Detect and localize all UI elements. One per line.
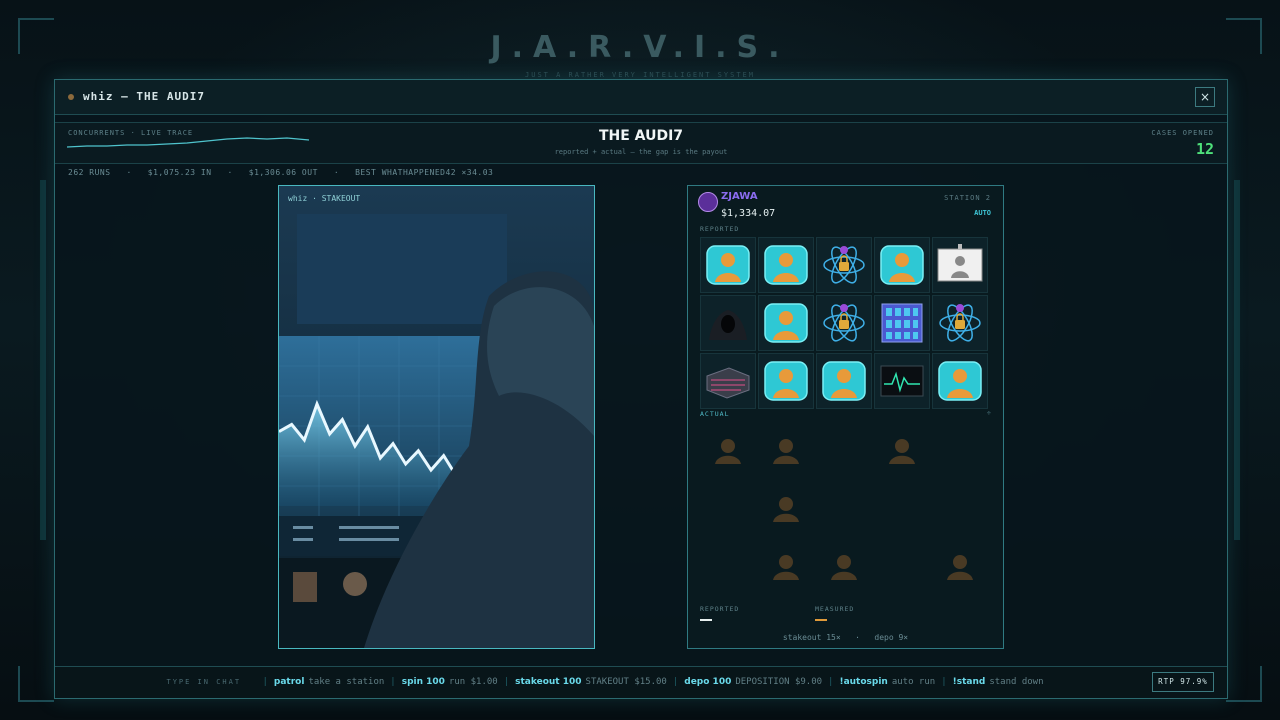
stat-out: $1,306.06 OUT [248, 168, 318, 177]
reported-section-label: REPORTED [700, 225, 740, 233]
command-keyword: !stand [952, 677, 986, 687]
actual-grid-cell [932, 539, 988, 595]
reported-grid [700, 237, 990, 409]
command-separator: | [503, 677, 510, 687]
reported-grid-cell [700, 295, 756, 351]
reported-grid-cell [758, 295, 814, 351]
reported-grid-cell [874, 237, 930, 293]
reported-grid-cell [874, 295, 930, 351]
window-title: whiz — THE AUDI7 [83, 90, 205, 103]
actual-grid-cell [758, 539, 814, 595]
reported-grid-cell [758, 237, 814, 293]
hud-corner [18, 666, 54, 702]
reported-grid-cell [758, 353, 814, 409]
legend-reported-bar [700, 619, 712, 621]
hud-side-bar [1234, 180, 1240, 540]
auto-mode-label: AUTO [974, 209, 991, 217]
command-separator: | [390, 677, 396, 687]
player-name: ZJAWA [721, 191, 758, 202]
actual-grid-cell [816, 423, 872, 479]
command-keyword: spin 100 [401, 677, 445, 687]
actual-grid-cell [932, 423, 988, 479]
command-keyword: patrol [273, 677, 305, 687]
command-description: run $1.00 [448, 677, 498, 687]
actual-grid-cell [816, 539, 872, 595]
reported-grid-cell [816, 237, 872, 293]
rtp-badge: RTP 97.9% [1152, 672, 1214, 692]
legend-reported-label: REPORTED [700, 605, 740, 613]
close-button[interactable]: × [1195, 87, 1215, 107]
command-description: auto run [891, 677, 936, 687]
command-keyword: depo 100 [684, 677, 732, 687]
hud-corner [1226, 666, 1262, 702]
stakeout-label: whiz · STAKEOUT [288, 194, 361, 203]
actual-grid-cell [874, 539, 930, 595]
stat-runs: 262 RUNS [68, 168, 111, 177]
command-separator: | [941, 677, 947, 687]
command-separator: | [262, 677, 268, 687]
stakeout-scene [279, 186, 594, 648]
reported-grid-cell [816, 353, 872, 409]
command-description: take a station [308, 677, 385, 687]
actual-grid-cell [874, 481, 930, 537]
divider-mark: ÷ [986, 409, 991, 417]
command-keyword: stakeout 100 [515, 677, 582, 687]
game-title: THE AUDI7 [598, 128, 684, 144]
reported-grid-cell [932, 295, 988, 351]
reported-grid-cell [700, 353, 756, 409]
app-title: J.A.R.V.I.S. [490, 30, 790, 65]
stat-best: BEST WHATHAPPENED42 ×34.03 [355, 168, 494, 177]
app-subtitle: JUST A RATHER VERY INTELLIGENT SYSTEM [525, 71, 755, 79]
actual-grid-cell [700, 481, 756, 537]
player-balance: $1,334.07 [721, 208, 776, 219]
station-label: STATION 2 [944, 194, 991, 202]
depo-count: depo 9× [874, 633, 909, 642]
stakeout-panel: whiz · STAKEOUT [278, 185, 595, 649]
player-avatar [698, 192, 718, 212]
actual-grid [700, 423, 990, 595]
reported-grid-cell [874, 353, 930, 409]
command-keyword: !autospin [839, 677, 888, 687]
actual-grid-cell [758, 481, 814, 537]
hud-side-bar [40, 180, 46, 540]
stakeout-count: stakeout 15× [782, 633, 841, 642]
station-panel: ZJAWA $1,334.07 STATION 2 AUTO REPORTED … [687, 185, 1004, 649]
mode-counts: stakeout 15× · depo 9× [782, 633, 909, 642]
actual-grid-cell [816, 481, 872, 537]
title-bar: whiz — THE AUDI7 × [55, 80, 1227, 115]
chat-label: TYPE IN CHAT [166, 678, 242, 686]
command-separator: | [828, 677, 834, 687]
stats-bar: 262 RUNS · $1,075.23 IN · $1,306.06 OUT … [68, 168, 494, 177]
actual-grid-cell [758, 423, 814, 479]
actual-grid-cell [932, 481, 988, 537]
cases-opened-value: 12 [1195, 140, 1214, 158]
command-description: STAKEOUT $15.00 [585, 677, 667, 687]
command-footer: TYPE IN CHAT | patrol take a station | spin … [55, 666, 1227, 698]
game-window: whiz — THE AUDI7 × CONCURRENTS · LIVE TR… [54, 79, 1228, 699]
actual-section-label: ACTUAL [700, 410, 730, 418]
actual-grid-cell [874, 423, 930, 479]
cases-opened-label: CASES OPENED [1151, 129, 1214, 137]
actual-grid-cell [700, 539, 756, 595]
stat-in: $1,075.23 IN [147, 168, 212, 177]
legend-measured-label: MEASURED [815, 605, 855, 613]
command-list: TYPE IN CHAT | patrol take a station | spin … [55, 677, 1155, 687]
game-header: CONCURRENTS · LIVE TRACE THE AUDI7 repor… [55, 122, 1227, 164]
status-dot [68, 94, 74, 100]
reported-grid-cell [932, 237, 988, 293]
game-subtitle: reported + actual — the gap is the payou… [554, 148, 728, 156]
reported-grid-cell [700, 237, 756, 293]
command-description: DEPOSITION $9.00 [735, 677, 823, 687]
command-description: stand down [989, 677, 1044, 687]
legend-measured-bar [815, 619, 827, 621]
actual-grid-cell [700, 423, 756, 479]
reported-grid-cell [816, 295, 872, 351]
reported-grid-cell [932, 353, 988, 409]
command-separator: | [672, 677, 679, 687]
